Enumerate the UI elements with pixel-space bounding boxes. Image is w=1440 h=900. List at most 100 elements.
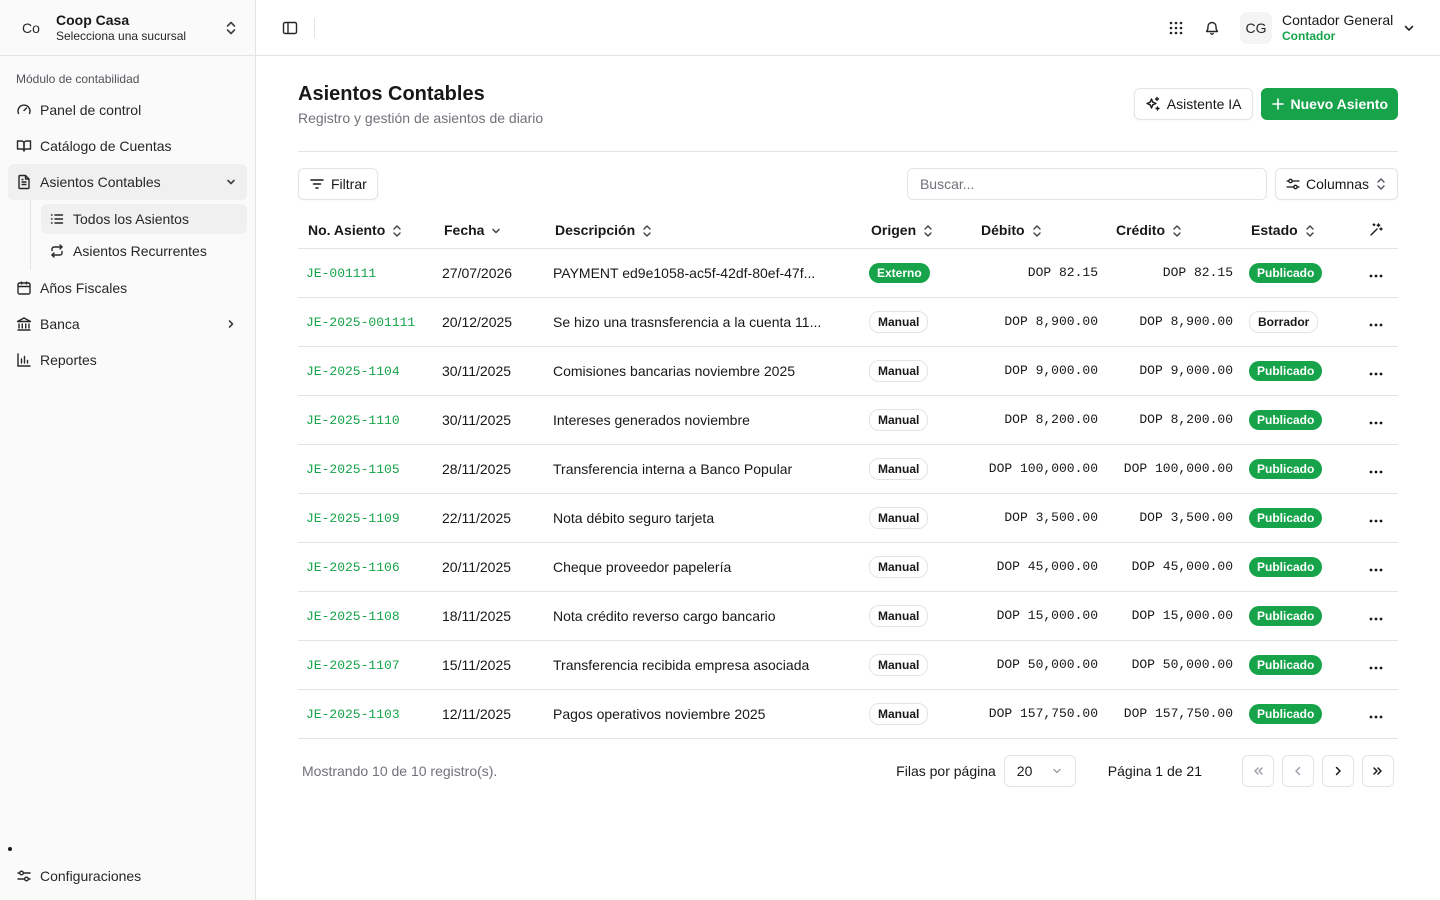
apps-grid-icon[interactable]: [1158, 10, 1194, 46]
status-badge: Publicado: [1249, 507, 1323, 528]
status-cell: Borrador: [1241, 297, 1354, 347]
entry-no-link[interactable]: JE-001111: [306, 266, 376, 281]
status-cell: Publicado: [1241, 395, 1354, 445]
sidebar-item-banking[interactable]: Banca: [8, 306, 247, 342]
more-horizontal-icon[interactable]: [1369, 519, 1383, 523]
sidebar-subitem-label: Asientos Recurrentes: [73, 243, 207, 259]
new-entry-button[interactable]: Nuevo Asiento: [1260, 88, 1398, 120]
org-avatar: Co: [22, 19, 40, 36]
more-horizontal-icon[interactable]: [1369, 323, 1383, 327]
column-header-entry-no[interactable]: No. Asiento: [298, 212, 434, 249]
origin-cell: Manual: [861, 689, 971, 739]
first-page-button[interactable]: [1242, 754, 1274, 787]
settings-label: Configuraciones: [40, 868, 142, 884]
user-role: Contador: [1282, 28, 1336, 43]
more-horizontal-icon[interactable]: [1369, 715, 1383, 719]
entry-no-cell: JE-2025-1106: [298, 542, 434, 592]
status-badge: Borrador: [1249, 310, 1319, 333]
plus-icon: [1271, 97, 1285, 111]
sidebar-subitem-label: Todos los Asientos: [73, 211, 189, 227]
origin-badge: Manual: [869, 457, 929, 480]
column-header-actions[interactable]: [1354, 212, 1398, 249]
column-header-description[interactable]: Descripción: [545, 212, 861, 249]
table-row[interactable]: JE-2025-1103 12/11/2025 Pagos operativos n…: [298, 689, 1398, 739]
table-row[interactable]: JE-001111 27/07/2026 PAYMENT ed9e1058-ac5f…: [298, 248, 1398, 298]
table-row[interactable]: JE-2025-1106 20/11/2025 Cheque proveedor p…: [298, 542, 1398, 592]
sidebar-item-reports[interactable]: Reportes: [8, 342, 247, 378]
more-horizontal-icon[interactable]: [1369, 274, 1383, 278]
more-horizontal-icon[interactable]: [1369, 470, 1383, 474]
column-header-debit[interactable]: Débito: [971, 212, 1106, 249]
date-cell: 15/11/2025: [434, 640, 545, 690]
last-page-button[interactable]: [1362, 754, 1394, 787]
entry-no-link[interactable]: JE-2025-1110: [306, 413, 400, 428]
previous-page-button[interactable]: [1282, 754, 1314, 787]
status-badge: Publicado: [1249, 262, 1323, 283]
more-horizontal-icon[interactable]: [1369, 617, 1383, 621]
origin-cell: Manual: [861, 542, 971, 592]
sidebar-item-settings[interactable]: Configuraciones: [8, 858, 247, 894]
table-row[interactable]: JE-2025-1108 18/11/2025 Nota crédito rever…: [298, 591, 1398, 641]
sidebar-toggle-icon[interactable]: [280, 18, 300, 38]
table-row[interactable]: JE-2025-1105 28/11/2025 Transferencia inte…: [298, 444, 1398, 494]
sidebar-item-journal-entries[interactable]: Asientos Contables: [8, 164, 247, 200]
sidebar-subitem-all-entries[interactable]: Todos los Asientos: [41, 204, 247, 234]
credit-cell: DOP 3,500.00: [1106, 493, 1241, 543]
table-row[interactable]: JE-2025-1109 22/11/2025 Nota débito seguro…: [298, 493, 1398, 543]
entry-no-link[interactable]: JE-2025-1109: [306, 511, 400, 526]
chevrons-up-down-icon: [1375, 177, 1387, 191]
entry-no-link[interactable]: JE-2025-1103: [306, 707, 400, 722]
actions-cell: [1354, 493, 1398, 543]
origin-badge: Manual: [869, 555, 929, 578]
new-entry-label: Nuevo Asiento: [1290, 96, 1389, 112]
rows-per-page-select[interactable]: 20: [1003, 754, 1076, 787]
date-cell: 20/12/2025: [434, 297, 545, 347]
search-input[interactable]: [906, 168, 1267, 200]
more-horizontal-icon[interactable]: [1369, 666, 1383, 670]
more-horizontal-icon[interactable]: [1369, 421, 1383, 425]
column-header-status[interactable]: Estado: [1241, 212, 1354, 249]
ai-assistant-button[interactable]: Asistente IA: [1133, 88, 1253, 120]
actions-cell: [1354, 640, 1398, 690]
sidebar-subitem-recurring-entries[interactable]: Asientos Recurrentes: [41, 236, 247, 266]
entry-no-link[interactable]: JE-2025-1108: [306, 609, 400, 624]
columns-button[interactable]: Columnas: [1274, 168, 1398, 200]
table-row[interactable]: JE-2025-1104 30/11/2025 Comisiones bancari…: [298, 346, 1398, 396]
column-header-date[interactable]: Fecha: [434, 212, 545, 249]
origin-cell: Manual: [861, 640, 971, 690]
origin-badge: Manual: [869, 653, 929, 676]
book-open-icon: [16, 138, 32, 154]
sort-icon: [922, 224, 934, 238]
table-row[interactable]: JE-2025-001111 20/12/2025 Se hizo una tras…: [298, 297, 1398, 347]
entry-no-link[interactable]: JE-2025-001111: [306, 315, 415, 330]
table-row[interactable]: JE-2025-1107 15/11/2025 Transferencia reci…: [298, 640, 1398, 690]
sidebar-item-dashboard[interactable]: Panel de control: [8, 92, 247, 128]
entry-no-link[interactable]: JE-2025-1107: [306, 658, 400, 673]
entry-no-cell: JE-2025-1108: [298, 591, 434, 641]
more-horizontal-icon[interactable]: [1369, 568, 1383, 572]
entry-no-cell: JE-001111: [298, 248, 434, 298]
sidebar-item-chart-of-accounts[interactable]: Catálogo de Cuentas: [8, 128, 247, 164]
sparkles-icon: [1145, 96, 1161, 112]
origin-badge: Manual: [869, 310, 929, 333]
chevrons-up-down-icon[interactable]: [221, 20, 241, 36]
entry-no-link[interactable]: JE-2025-1105: [306, 462, 400, 477]
date-cell: 28/11/2025: [434, 444, 545, 494]
chevron-left-icon: [1291, 764, 1305, 778]
entry-no-link[interactable]: JE-2025-1106: [306, 560, 400, 575]
debit-cell: DOP 50,000.00: [971, 640, 1106, 690]
user-menu[interactable]: CG Contador General Contador: [1240, 11, 1416, 44]
next-page-button[interactable]: [1322, 754, 1354, 787]
bell-icon[interactable]: [1194, 10, 1230, 46]
entry-no-link[interactable]: JE-2025-1104: [306, 364, 400, 379]
date-cell: 30/11/2025: [434, 346, 545, 396]
column-header-credit[interactable]: Crédito: [1106, 212, 1241, 249]
sidebar-item-fiscal-years[interactable]: Años Fiscales: [8, 270, 247, 306]
column-header-origin[interactable]: Origen: [861, 212, 971, 249]
table-row[interactable]: JE-2025-1110 30/11/2025 Intereses generado…: [298, 395, 1398, 445]
table-footer: Mostrando 10 de 10 registro(s). Filas po…: [298, 753, 1398, 789]
org-switcher[interactable]: Co Coop Casa Selecciona una sucursal: [0, 0, 255, 56]
filter-button[interactable]: Filtrar: [298, 168, 378, 200]
more-horizontal-icon[interactable]: [1369, 372, 1383, 376]
table-body: JE-001111 27/07/2026 PAYMENT ed9e1058-ac5f…: [298, 248, 1398, 739]
